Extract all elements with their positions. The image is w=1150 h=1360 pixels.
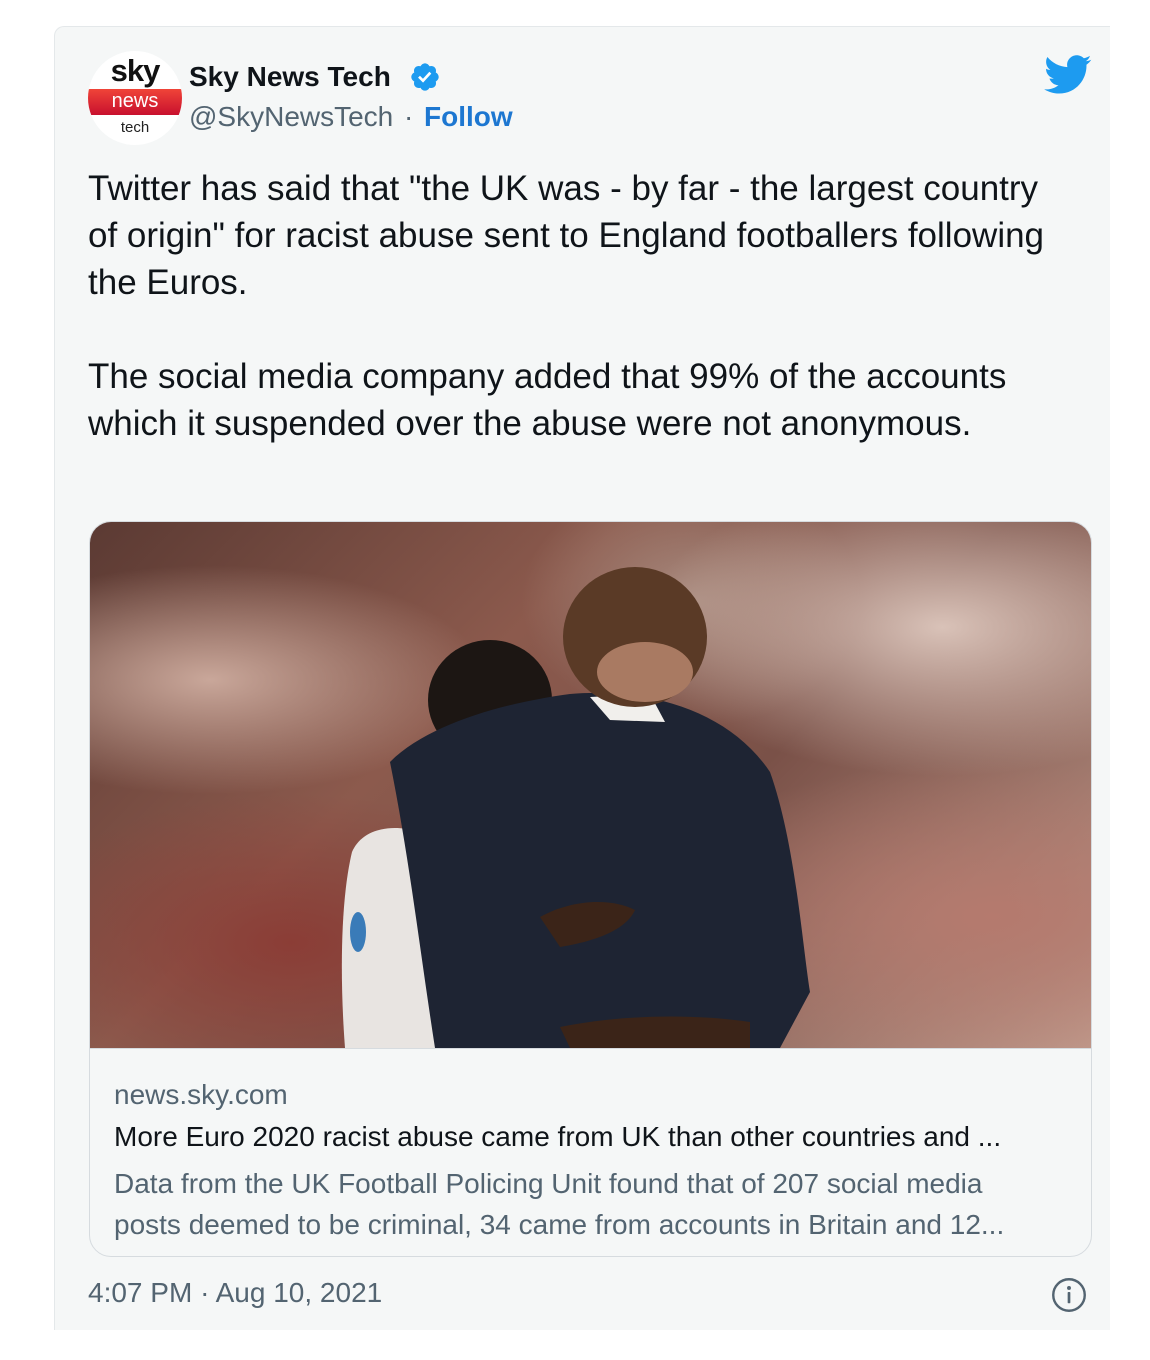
twitter-bird-icon[interactable]: [1044, 55, 1092, 95]
article-image[interactable]: [90, 522, 1091, 1048]
tweet-card: sky news tech Sky News Tech @SkyNewsTech…: [54, 26, 1110, 1330]
timestamp-separator: ·: [200, 1277, 210, 1308]
avatar-logo-news: news: [88, 89, 182, 115]
link-preview-card[interactable]: news.sky.com More Euro 2020 racist abuse…: [89, 521, 1092, 1257]
card-domain: news.sky.com: [114, 1079, 288, 1110]
avatar-logo-tech: tech: [120, 119, 150, 136]
handle-separator: ·: [404, 101, 414, 132]
article-photo-illustration: [341, 567, 810, 1048]
tweet-date: Aug 10, 2021: [215, 1277, 383, 1308]
card-meta: news.sky.com More Euro 2020 racist abuse…: [90, 1048, 1091, 1256]
follow-button[interactable]: Follow: [424, 101, 513, 133]
author-name[interactable]: Sky News Tech: [189, 61, 391, 93]
avatar[interactable]: sky news tech: [88, 51, 182, 145]
tweet-timestamp[interactable]: 4:07 PM · Aug 10, 2021: [88, 1277, 382, 1309]
avatar-logo-sky: sky: [110, 53, 161, 88]
verified-badge-icon: [411, 63, 439, 91]
tweet-paragraph: Twitter has said that "the UK was - by f…: [88, 169, 1045, 302]
card-title[interactable]: More Euro 2020 racist abuse came from UK…: [114, 1121, 1074, 1153]
tweet-time: 4:07 PM: [88, 1277, 193, 1308]
author-handle[interactable]: @SkyNewsTech: [189, 101, 393, 133]
tweet-text: Twitter has said that "the UK was - by f…: [88, 165, 1048, 447]
card-description: Data from the UK Football Policing Unit …: [114, 1163, 1074, 1245]
card-description-line: posts deemed to be criminal, 34 came fro…: [114, 1209, 1005, 1240]
card-description-line: Data from the UK Football Policing Unit …: [114, 1168, 983, 1199]
info-circle-icon[interactable]: [1051, 1277, 1087, 1313]
tweet-paragraph: The social media company added that 99% …: [88, 357, 1007, 443]
